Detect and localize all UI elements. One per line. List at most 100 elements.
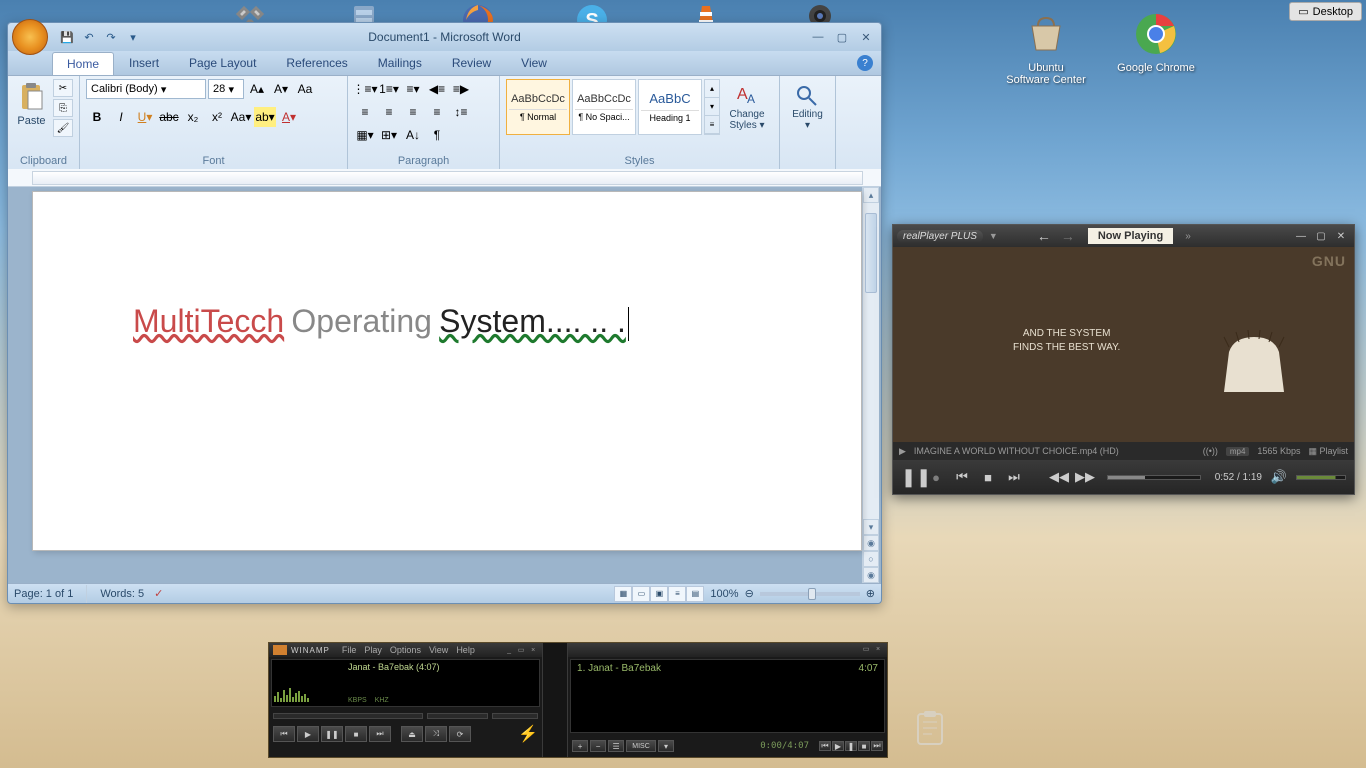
decrease-indent-icon[interactable]: ◀≡ (426, 79, 448, 99)
next-page-icon[interactable]: ◉ (863, 567, 879, 583)
open-button[interactable]: ⏏ (401, 726, 423, 742)
show-paragraph-icon[interactable]: ¶ (426, 125, 448, 145)
close-button[interactable]: × (528, 646, 538, 654)
pl-add-button[interactable]: + (572, 740, 588, 752)
tab-review[interactable]: Review (437, 51, 506, 75)
video-area[interactable]: GNU AND THE SYSTEM FINDS THE BEST WAY. (893, 247, 1354, 442)
justify-icon[interactable]: ≡ (426, 102, 448, 122)
web-layout-icon[interactable]: ▣ (650, 586, 668, 602)
numbering-icon[interactable]: 1≡▾ (378, 79, 400, 99)
pl-select-button[interactable]: ☰ (608, 740, 624, 752)
font-size-combo[interactable]: 28▾ (208, 79, 244, 99)
superscript-button[interactable]: x² (206, 107, 228, 127)
word-titlebar[interactable]: 💾 ↶ ↷ ▾ Document1 - Microsoft Word — ▢ ✕ (8, 23, 881, 51)
tab-page-layout[interactable]: Page Layout (174, 51, 271, 75)
visualizer[interactable] (274, 662, 344, 704)
strikethrough-button[interactable]: abc (158, 107, 180, 127)
increase-indent-icon[interactable]: ≡▶ (450, 79, 472, 99)
tab-mailings[interactable]: Mailings (363, 51, 437, 75)
align-left-icon[interactable]: ≡ (354, 102, 376, 122)
editing-button[interactable]: Editing▾ (786, 79, 829, 131)
tab-insert[interactable]: Insert (114, 51, 174, 75)
paste-button[interactable]: Paste (14, 79, 49, 127)
volume-icon[interactable]: 🔊 (1270, 469, 1288, 485)
stop-button[interactable]: ■ (345, 726, 367, 742)
seek-slider[interactable] (273, 713, 423, 719)
menu-view[interactable]: View (429, 645, 448, 655)
previous-button[interactable]: ⏮ (273, 726, 295, 742)
playlist-toggle[interactable]: ▦ Playlist (1308, 446, 1348, 457)
stop-button[interactable]: ■ (979, 470, 997, 485)
font-name-combo[interactable]: Calibri (Body)▾ (86, 79, 206, 99)
volume-slider[interactable] (427, 713, 488, 719)
pause-button[interactable]: ❚❚ (901, 467, 919, 488)
minimize-button[interactable]: — (1292, 229, 1310, 243)
show-desktop-button[interactable]: ▭ Desktop (1289, 2, 1362, 21)
tab-home[interactable]: Home (52, 52, 114, 75)
progress-bar[interactable] (1107, 475, 1201, 480)
borders-icon[interactable]: ⊞▾ (378, 125, 400, 145)
clipboard-tray-icon[interactable] (914, 710, 946, 748)
clear-formatting-icon[interactable]: Aa (294, 79, 316, 99)
style-heading1[interactable]: AaBbC Heading 1 (638, 79, 702, 135)
styles-gallery[interactable]: AaBbCcDc ¶ Normal AaBbCcDc ¶ No Spaci...… (506, 79, 720, 135)
browse-object-icon[interactable]: ○ (863, 551, 879, 567)
ubuntu-software-center-icon[interactable]: Ubuntu Software Center (1006, 10, 1086, 86)
font-color-button[interactable]: A▾ (278, 107, 300, 127)
pl-misc-button[interactable]: MISC (626, 740, 656, 752)
minimize-button[interactable]: _ (504, 646, 514, 654)
style-no-spacing[interactable]: AaBbCcDc ¶ No Spaci... (572, 79, 636, 135)
office-button[interactable] (12, 19, 48, 55)
pl-shade-button[interactable]: ▭ (861, 645, 871, 653)
close-button[interactable]: ✕ (1332, 229, 1350, 243)
align-right-icon[interactable]: ≡ (402, 102, 424, 122)
bold-button[interactable]: B (86, 107, 108, 127)
prev-page-icon[interactable]: ◉ (863, 535, 879, 551)
style-normal[interactable]: AaBbCcDc ¶ Normal (506, 79, 570, 135)
playlist-item[interactable]: 1. Janat - Ba7ebak 4:07 (577, 663, 878, 674)
fast-forward-button[interactable]: ▶▶ (1075, 469, 1093, 485)
pl-play-icon[interactable]: ▶ (832, 741, 844, 751)
zoom-level[interactable]: 100% (710, 588, 738, 600)
change-case-button[interactable]: Aa▾ (230, 107, 252, 127)
copy-icon[interactable]: ⎘ (53, 99, 73, 117)
zoom-slider[interactable] (760, 592, 860, 596)
tab-references[interactable]: References (271, 51, 362, 75)
document-page[interactable]: MultiTecch Operating System.... .. . (32, 191, 862, 551)
pl-next-icon[interactable]: ⏭ (871, 741, 883, 751)
back-icon[interactable]: ← (1034, 228, 1054, 244)
highlight-button[interactable]: ab▾ (254, 107, 276, 127)
tab-view[interactable]: View (506, 51, 562, 75)
bullets-icon[interactable]: ⋮≡▾ (354, 79, 376, 99)
underline-button[interactable]: U▾ (134, 107, 156, 127)
now-playing-tab[interactable]: Now Playing (1088, 228, 1173, 244)
play-button[interactable]: ▶ (297, 726, 319, 742)
repeat-button[interactable]: ⟳ (449, 726, 471, 742)
menu-file[interactable]: File (342, 645, 357, 655)
shuffle-button[interactable]: ⤨ (425, 726, 447, 742)
next-button[interactable]: ⏭ (1005, 469, 1023, 485)
pl-prev-icon[interactable]: ⏮ (819, 741, 831, 751)
italic-button[interactable]: I (110, 107, 132, 127)
menu-help[interactable]: Help (456, 645, 475, 655)
line-spacing-icon[interactable]: ↕≡ (450, 102, 472, 122)
outline-icon[interactable]: ≡ (668, 586, 686, 602)
word-count[interactable]: Words: 5 (100, 588, 144, 600)
google-chrome-icon[interactable]: Google Chrome (1116, 10, 1196, 86)
menu-play[interactable]: Play (364, 645, 382, 655)
realplayer-titlebar[interactable]: realPlayer PLUS ▼ ← → Now Playing » — ▢ … (893, 225, 1354, 247)
next-button[interactable]: ⏭ (369, 726, 391, 742)
volume-slider[interactable] (1296, 475, 1346, 480)
align-center-icon[interactable]: ≡ (378, 102, 400, 122)
dropdown-icon[interactable]: ▼ (989, 231, 998, 241)
scroll-down-icon[interactable]: ▾ (863, 519, 879, 535)
shrink-font-icon[interactable]: A▾ (270, 79, 292, 99)
pause-button[interactable]: ❚❚ (321, 726, 343, 742)
lightning-icon[interactable]: ⚡ (518, 727, 538, 741)
shading-icon[interactable]: ▦▾ (354, 125, 376, 145)
vertical-scrollbar[interactable]: ▴ ▾ ◉ ○ ◉ (862, 187, 879, 583)
page-indicator[interactable]: Page: 1 of 1 (14, 588, 73, 600)
record-button[interactable]: ● (927, 470, 945, 485)
maximize-button[interactable]: ▢ (1312, 229, 1330, 243)
proofing-icon[interactable]: ✓ (154, 587, 163, 600)
